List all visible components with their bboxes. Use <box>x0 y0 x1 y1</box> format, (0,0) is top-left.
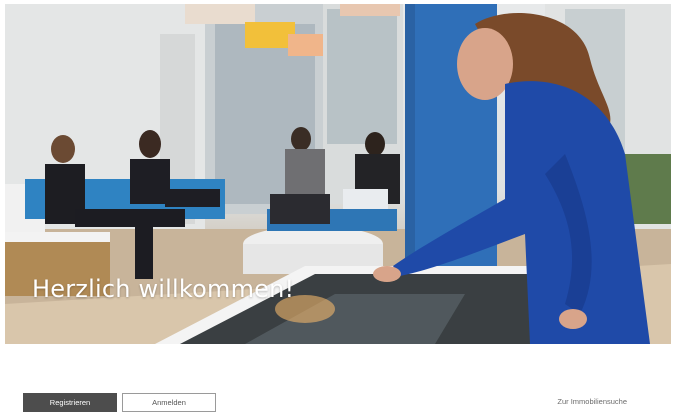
welcome-heading: Herzlich willkommen! <box>32 275 295 303</box>
login-button[interactable]: Anmelden <box>122 393 216 412</box>
page: Herzlich willkommen! Registrieren Anmeld… <box>5 4 671 414</box>
hero-image: Herzlich willkommen! <box>5 4 671 344</box>
property-search-link[interactable]: Zur Immobiliensuche <box>557 397 627 406</box>
register-button[interactable]: Registrieren <box>23 393 117 412</box>
action-bar: Registrieren Anmelden Zur Immobiliensuch… <box>5 344 671 414</box>
